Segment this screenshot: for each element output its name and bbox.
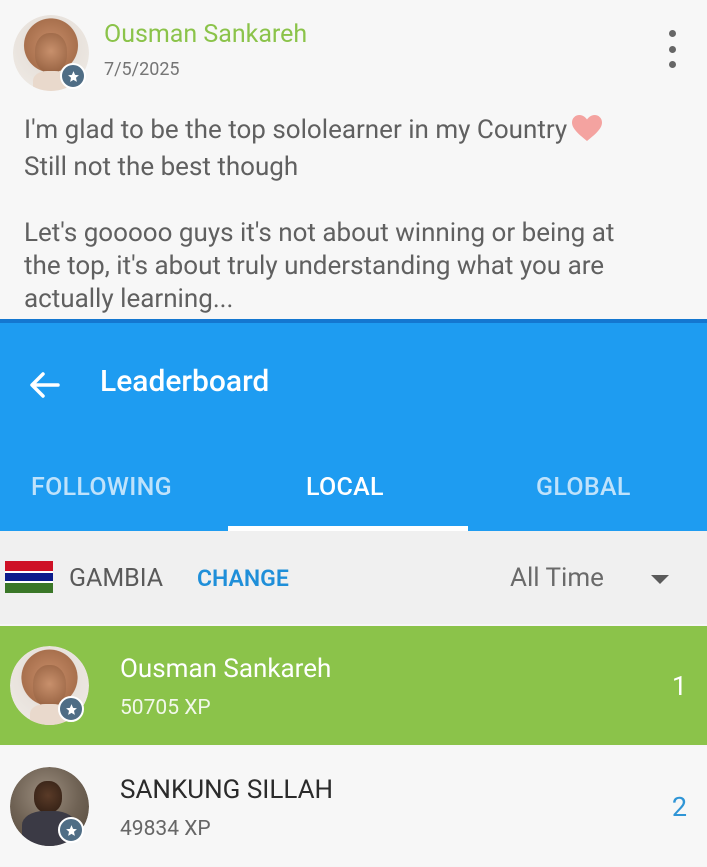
post-line: the top, it's about truly understanding … (24, 251, 605, 281)
user-xp: 50705 XP (120, 696, 211, 720)
back-arrow-icon[interactable] (26, 367, 62, 403)
heart-icon (571, 114, 603, 151)
post-line: Let's gooooo guys it's not about winning… (24, 218, 615, 248)
post-card: Ousman Sankareh 7/5/2025 I'm glad to be … (0, 0, 707, 320)
user-name: Ousman Sankareh (120, 654, 332, 684)
user-rank: 1 (671, 670, 687, 702)
dropdown-caret-icon (651, 575, 669, 584)
time-filter-value: All Time (510, 563, 604, 593)
author-name[interactable]: Ousman Sankareh (104, 20, 307, 49)
time-filter-dropdown[interactable]: All Time (510, 561, 680, 597)
app-bar: Leaderboard FOLLOWING LOCAL GLOBAL (0, 319, 707, 534)
more-options-icon[interactable] (660, 30, 684, 68)
user-rank: 2 (671, 791, 687, 823)
leaderboard-screenshot: Leaderboard FOLLOWING LOCAL GLOBAL GAMBI… (0, 319, 707, 867)
verified-badge-icon (58, 696, 84, 722)
tab-local[interactable]: LOCAL (306, 473, 384, 502)
verified-badge-icon (60, 63, 86, 89)
tab-global[interactable]: GLOBAL (536, 473, 631, 502)
gambia-flag-icon (5, 561, 53, 593)
change-country-button[interactable]: CHANGE (197, 565, 289, 592)
post-line: Still not the best though (24, 152, 299, 182)
post-date: 7/5/2025 (104, 59, 180, 80)
page-title: Leaderboard (100, 364, 270, 399)
post-body: I'm glad to be the top sololearner in my… (24, 114, 694, 316)
post-line: actually learning... (24, 284, 234, 314)
filter-bar: GAMBIA CHANGE All Time (0, 531, 707, 624)
country-name: GAMBIA (69, 564, 164, 593)
leaderboard-row[interactable]: Ousman Sankareh 50705 XP 1 (0, 626, 707, 745)
post-line-text: I'm glad to be the top sololearner in my… (24, 115, 568, 145)
user-name: SANKUNG SILLAH (120, 775, 334, 805)
verified-badge-icon (58, 817, 84, 843)
tab-following[interactable]: FOLLOWING (31, 473, 172, 502)
user-xp: 49834 XP (120, 817, 211, 841)
leaderboard-row[interactable]: SANKUNG SILLAH 49834 XP 2 (0, 747, 707, 866)
post-line: I'm glad to be the top sololearner in my… (24, 114, 694, 151)
